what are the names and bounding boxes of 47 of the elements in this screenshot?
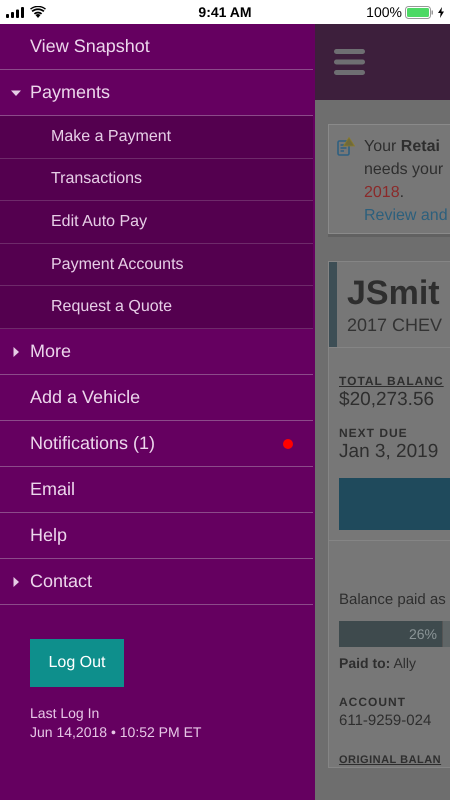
last-login-time: Jun 14,2018 • 10:52 PM ET bbox=[30, 722, 202, 742]
total-balance: $20,273.56 bbox=[339, 388, 436, 412]
menu-label: Email bbox=[30, 478, 76, 500]
notice-text: Your Retai bbox=[364, 137, 441, 157]
next-due-label: NEXT DUE bbox=[339, 426, 409, 440]
menu-item[interactable]: Email bbox=[0, 466, 313, 513]
submenu-item[interactable]: Edit Auto Pay bbox=[0, 201, 313, 244]
battery-percent: 100% bbox=[366, 4, 402, 20]
paid-to-text: Paid to: Ally bbox=[339, 655, 418, 671]
menu-label: Payments bbox=[30, 82, 110, 103]
document-warning-icon bbox=[337, 137, 355, 157]
signal-icon bbox=[6, 6, 25, 18]
menu-item[interactable]: Add a Vehicle bbox=[0, 374, 313, 421]
menu-item[interactable]: Help bbox=[0, 512, 313, 559]
menu-label: Help bbox=[30, 524, 68, 546]
next-due-date: Jan 3, 2019 bbox=[339, 440, 440, 464]
menu-item[interactable]: View Snapshot bbox=[0, 24, 313, 70]
menu-label: Contact bbox=[30, 570, 92, 592]
menu-label: View Snapshot bbox=[30, 36, 150, 57]
submenu-item[interactable]: Make a Payment bbox=[0, 116, 313, 159]
menu-item[interactable]: Notifications (1) bbox=[0, 420, 313, 467]
charging-icon bbox=[438, 6, 444, 18]
submenu-item[interactable]: Transactions bbox=[0, 158, 313, 202]
battery-icon bbox=[404, 6, 435, 18]
menu-label: Add a Vehicle bbox=[30, 386, 140, 408]
clock-time: 9:41 AM bbox=[198, 4, 252, 20]
last-login-label: Last Log In bbox=[30, 704, 100, 723]
notice-text: . bbox=[400, 184, 404, 201]
notice-date: 2018 bbox=[364, 184, 400, 201]
menu-label: Notifications (1) bbox=[30, 432, 156, 454]
vehicle-model: 2017 CHEV bbox=[347, 314, 442, 336]
wifi-icon bbox=[30, 6, 46, 18]
account-number: 611-9259-024 bbox=[339, 712, 432, 729]
notice-text: needs your bbox=[364, 160, 444, 180]
menu-label: More bbox=[30, 340, 72, 362]
total-balance-label: TOTAL BALANC bbox=[339, 374, 445, 388]
balance-paid-label: Balance paid as bbox=[339, 590, 447, 610]
account-label: ACCOUNT bbox=[339, 695, 407, 709]
submenu-item[interactable]: Request a Quote bbox=[0, 286, 313, 329]
logout-button[interactable]: Log Out bbox=[30, 638, 124, 687]
progress-percent: 26% bbox=[408, 626, 437, 642]
submenu-item[interactable]: Payment Accounts bbox=[0, 244, 313, 286]
menu-icon[interactable] bbox=[334, 49, 365, 75]
original-balance-label: ORIGINAL BALAN bbox=[339, 753, 442, 767]
menu-group[interactable]: More bbox=[0, 328, 313, 375]
menu-group[interactable]: Contact bbox=[0, 558, 313, 605]
vehicle-nickname: JSmit bbox=[347, 273, 441, 314]
